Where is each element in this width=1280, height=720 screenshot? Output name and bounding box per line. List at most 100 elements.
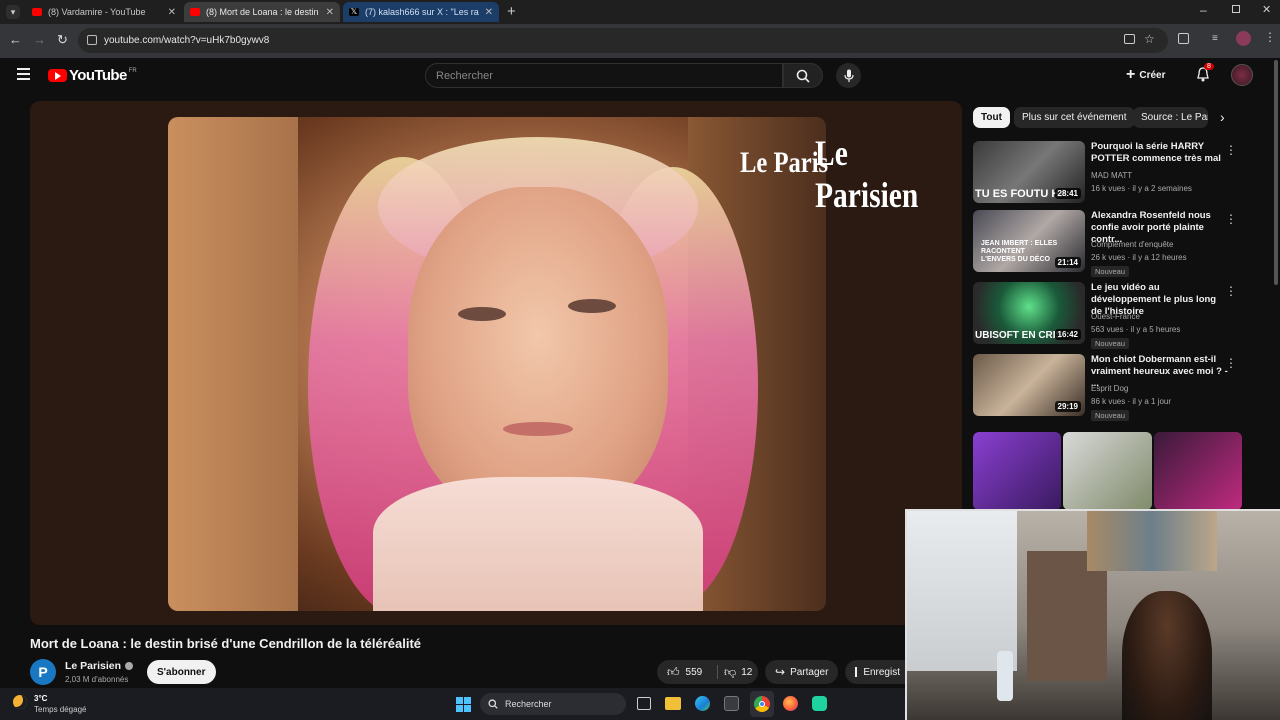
person-face	[408, 187, 668, 517]
like-button[interactable]: 👍︎ 559	[657, 665, 717, 680]
bookmark-star-icon[interactable]: ☆	[1144, 32, 1155, 46]
reload-icon[interactable]: ↻	[57, 32, 68, 48]
weather-moon-icon[interactable]	[13, 695, 27, 709]
more-options-icon[interactable]: ⋮	[1225, 356, 1237, 370]
chips-next-chevron-icon[interactable]: ›	[1220, 109, 1225, 125]
firefox-icon[interactable]	[783, 696, 798, 711]
edge-browser-icon[interactable]	[695, 696, 710, 711]
bookmark-icon	[855, 667, 858, 677]
page-scrollbar[interactable]	[1274, 60, 1278, 285]
file-explorer-icon[interactable]	[665, 697, 681, 710]
close-window-icon[interactable]: ✕	[1262, 3, 1271, 16]
video-thumbnail[interactable]: TU ES FOUTU HA 28:41	[973, 141, 1085, 203]
browser-tab-mort-de-loana[interactable]: (8) Mort de Loana : le destin brisé ✕	[184, 2, 340, 22]
microphone-icon	[843, 69, 854, 82]
search-icon	[796, 69, 810, 83]
recommendation-channel: Esprit Dog	[1091, 384, 1129, 393]
recommendation-item[interactable]: TU ES FOUTU HA 28:41 Pourquoi la série H…	[973, 141, 1243, 207]
webcam-window	[907, 511, 1017, 671]
chip-more-on-event[interactable]: Plus sur cet événement	[1014, 107, 1135, 128]
channel-name[interactable]: Le Parisien	[65, 660, 134, 672]
recommendation-channel: Complément d'enquête	[1091, 240, 1174, 249]
video-duration: 28:41	[1054, 188, 1081, 199]
video-player[interactable]: Le Paris Le Parisien	[30, 101, 962, 625]
minimize-icon[interactable]: –	[1200, 3, 1207, 17]
browser-menu-icon[interactable]: ⋮	[1264, 30, 1276, 44]
forward-arrow-icon[interactable]: →	[33, 32, 46, 47]
recommendation-item[interactable]: UBISOFT EN CRIS 16:42 Le jeu vidéo au dé…	[973, 282, 1243, 349]
share-arrow-icon: ↪	[775, 665, 786, 679]
channel-row: P Le Parisien 2,03 M d'abonnés S'abonner…	[30, 657, 910, 687]
extensions-icon[interactable]	[1178, 33, 1189, 44]
browser-toolbar: ← → ↻ youtube.com/watch?v=uHk7b0gywv8 ☆ …	[0, 24, 1280, 58]
share-button[interactable]: ↪ Partager	[765, 660, 839, 684]
search-button[interactable]	[783, 63, 823, 88]
hamburger-menu-icon[interactable]	[17, 68, 30, 80]
subscribe-button[interactable]: S'abonner	[147, 660, 216, 684]
video-thumbnail[interactable]: 29:19	[973, 354, 1085, 416]
weather-condition[interactable]: Temps dégagé	[34, 705, 86, 714]
recommendation-meta: 16 k vues · il y a 2 semaines	[1091, 184, 1192, 193]
channel-avatar[interactable]: P	[30, 659, 56, 685]
thumbnail-text: UBISOFT EN CRIS	[975, 330, 1063, 341]
chrome-icon[interactable]	[750, 691, 774, 717]
recommendation-item[interactable]: JEAN IMBERT : ELLES RACONTENT L'ENVERS D…	[973, 210, 1243, 277]
close-tab-icon[interactable]: ✕	[326, 7, 334, 18]
video-duration: 21:14	[1054, 257, 1081, 268]
recommendation-title: Pourquoi la série HARRY POTTER commence …	[1091, 141, 1221, 164]
shorts-thumbnail[interactable]	[1063, 432, 1152, 510]
video-title: Mort de Loana : le destin brisé d'une Ce…	[30, 636, 422, 651]
youtube-logo[interactable]: YouTube FR	[48, 67, 137, 84]
thumbs-down-icon: 👎︎	[724, 664, 737, 679]
region-code: FR	[128, 67, 137, 74]
le-parisien-logo: Le Parisien	[815, 133, 919, 215]
browser-tab-x-kalash[interactable]: 𝕏 (7) kalash666 sur X : "Les rappeu ✕	[343, 2, 499, 22]
windows-start-icon[interactable]	[456, 697, 471, 712]
video-thumbnail[interactable]: JEAN IMBERT : ELLES RACONTENT L'ENVERS D…	[973, 210, 1085, 272]
chip-all[interactable]: Tout	[973, 107, 1010, 128]
subscriber-count: 2,03 M d'abonnés	[65, 675, 129, 684]
profile-avatar-icon[interactable]	[1236, 31, 1251, 46]
notifications-button[interactable]: 8	[1196, 63, 1214, 87]
back-arrow-icon[interactable]: ←	[9, 32, 22, 47]
taskbar-search-box[interactable]: Rechercher	[480, 693, 626, 715]
save-button[interactable]: Enregist	[845, 660, 910, 684]
recommendation-meta: 563 vues · il y a 5 heures	[1091, 325, 1181, 334]
spotify-like-app-icon[interactable]	[812, 696, 827, 711]
browser-tab-vardamire[interactable]: (8) Vardamire - YouTube ✕	[26, 2, 182, 22]
maximize-icon[interactable]	[1232, 5, 1240, 13]
weather-temperature[interactable]: 3°C	[34, 694, 47, 703]
video-thumbnail[interactable]: UBISOFT EN CRIS 16:42	[973, 282, 1085, 344]
site-info-icon[interactable]	[87, 35, 97, 45]
shorts-thumbnail[interactable]	[1154, 432, 1242, 510]
tab-search-button[interactable]: ▾	[6, 5, 20, 19]
plus-icon: +	[1126, 66, 1136, 83]
more-options-icon[interactable]: ⋮	[1225, 212, 1237, 226]
close-tab-icon[interactable]: ✕	[168, 7, 176, 18]
chip-source[interactable]: Source : Le Par	[1133, 107, 1208, 128]
new-badge: Nouveau	[1091, 410, 1130, 421]
dislike-button[interactable]: 👎︎ 12	[718, 665, 752, 680]
notification-count-badge: 8	[1204, 63, 1214, 70]
media-control-icon[interactable]: ≡	[1212, 33, 1218, 44]
youtube-favicon-icon	[190, 8, 200, 16]
webcam-bottle	[997, 651, 1013, 701]
recommendation-item[interactable]: 29:19 Mon chiot Dobermann est-il vraimen…	[973, 354, 1243, 421]
new-tab-plus-icon[interactable]: +	[507, 3, 516, 20]
recommendation-meta: 86 k vues · il y a 1 jour	[1091, 397, 1172, 406]
search-icon	[488, 699, 498, 709]
address-bar[interactable]: youtube.com/watch?v=uHk7b0gywv8 ☆	[78, 28, 1168, 53]
video-duration: 29:19	[1054, 401, 1081, 412]
search-input[interactable]: Rechercher	[425, 63, 783, 88]
create-button[interactable]: + Créer	[1126, 64, 1165, 86]
install-app-icon[interactable]	[1124, 34, 1135, 44]
x-favicon-icon: 𝕏	[349, 7, 359, 16]
task-view-icon[interactable]	[637, 697, 651, 710]
microsoft-store-icon[interactable]	[724, 696, 739, 711]
close-tab-icon[interactable]: ✕	[485, 7, 493, 18]
shorts-thumbnail[interactable]	[973, 432, 1061, 510]
account-avatar[interactable]	[1231, 64, 1253, 86]
more-options-icon[interactable]: ⋮	[1225, 284, 1237, 298]
voice-search-button[interactable]	[836, 63, 861, 88]
more-options-icon[interactable]: ⋮	[1225, 143, 1237, 157]
